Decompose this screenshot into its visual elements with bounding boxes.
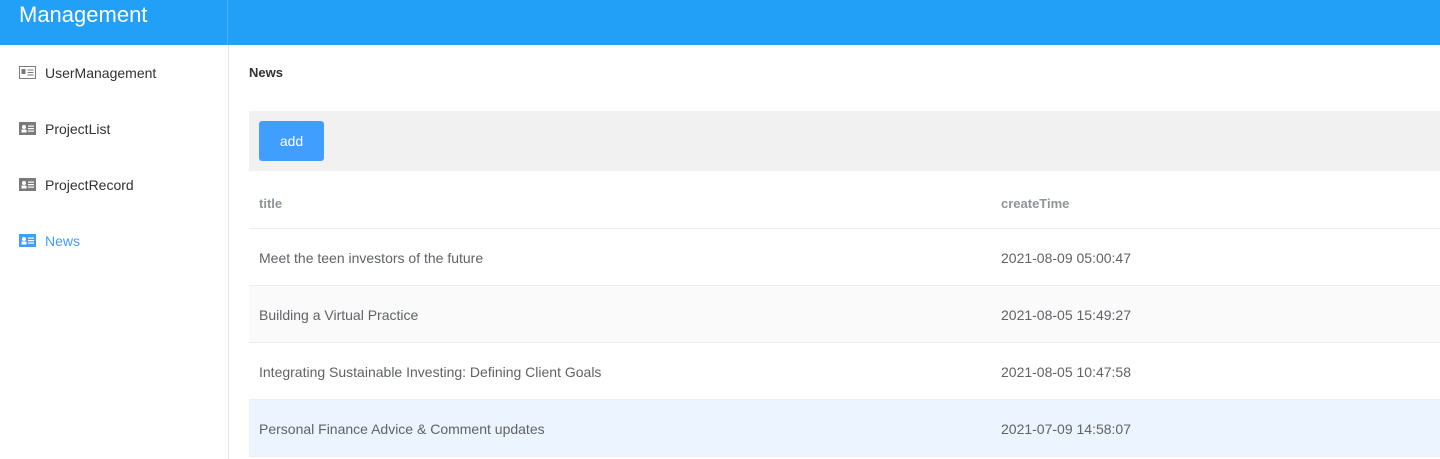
sidebar-item-news[interactable]: News bbox=[0, 213, 228, 269]
add-button[interactable]: add bbox=[259, 121, 324, 161]
cell-title: Building a Virtual Practice bbox=[259, 307, 419, 323]
table-header: title createTime bbox=[249, 171, 1440, 229]
table-row[interactable]: Integrating Sustainable Investing: Defin… bbox=[249, 343, 1440, 400]
sidebar-item-label: News bbox=[45, 233, 81, 249]
id-card-icon bbox=[19, 122, 36, 135]
sidebar-item-usermanagement[interactable]: UserManagement bbox=[0, 45, 228, 101]
cell-title: Integrating Sustainable Investing: Defin… bbox=[259, 364, 602, 380]
table-row[interactable]: Meet the teen investors of the future 20… bbox=[249, 229, 1440, 286]
cell-createtime: 2021-08-05 15:49:27 bbox=[1001, 307, 1131, 323]
top-header: Management bbox=[0, 0, 1440, 45]
main-content: News add title createTime Meet the teen … bbox=[249, 45, 1440, 459]
cell-createtime: 2021-08-09 05:00:47 bbox=[1001, 250, 1131, 266]
page-title: News bbox=[249, 65, 283, 80]
sidebar-item-label: UserManagement bbox=[45, 65, 157, 81]
id-card-icon bbox=[19, 66, 36, 79]
sidebar-item-label: ProjectRecord bbox=[45, 177, 134, 193]
brand-area: Management bbox=[0, 0, 228, 45]
cell-createtime: 2021-08-05 10:47:58 bbox=[1001, 364, 1131, 380]
column-header-createtime[interactable]: createTime bbox=[1001, 197, 1069, 211]
cell-title: Meet the teen investors of the future bbox=[259, 250, 484, 266]
column-header-title[interactable]: title bbox=[259, 197, 282, 211]
id-card-icon bbox=[19, 234, 36, 247]
sidebar-item-projectlist[interactable]: ProjectList bbox=[0, 101, 228, 157]
sidebar: UserManagement ProjectList ProjectRecord bbox=[0, 45, 229, 459]
table-row[interactable]: Building a Virtual Practice 2021-08-05 1… bbox=[249, 286, 1440, 343]
table-row[interactable]: Personal Finance Advice & Comment update… bbox=[249, 400, 1440, 457]
app-title: Management bbox=[19, 2, 148, 27]
cell-title: Personal Finance Advice & Comment update… bbox=[259, 421, 545, 437]
sidebar-item-label: ProjectList bbox=[45, 121, 111, 137]
cell-createtime: 2021-07-09 14:58:07 bbox=[1001, 421, 1131, 437]
toolbar: add bbox=[249, 111, 1440, 171]
id-card-icon bbox=[19, 178, 36, 191]
sidebar-item-projectrecord[interactable]: ProjectRecord bbox=[0, 157, 228, 213]
news-table: title createTime Meet the teen investors… bbox=[249, 171, 1440, 457]
